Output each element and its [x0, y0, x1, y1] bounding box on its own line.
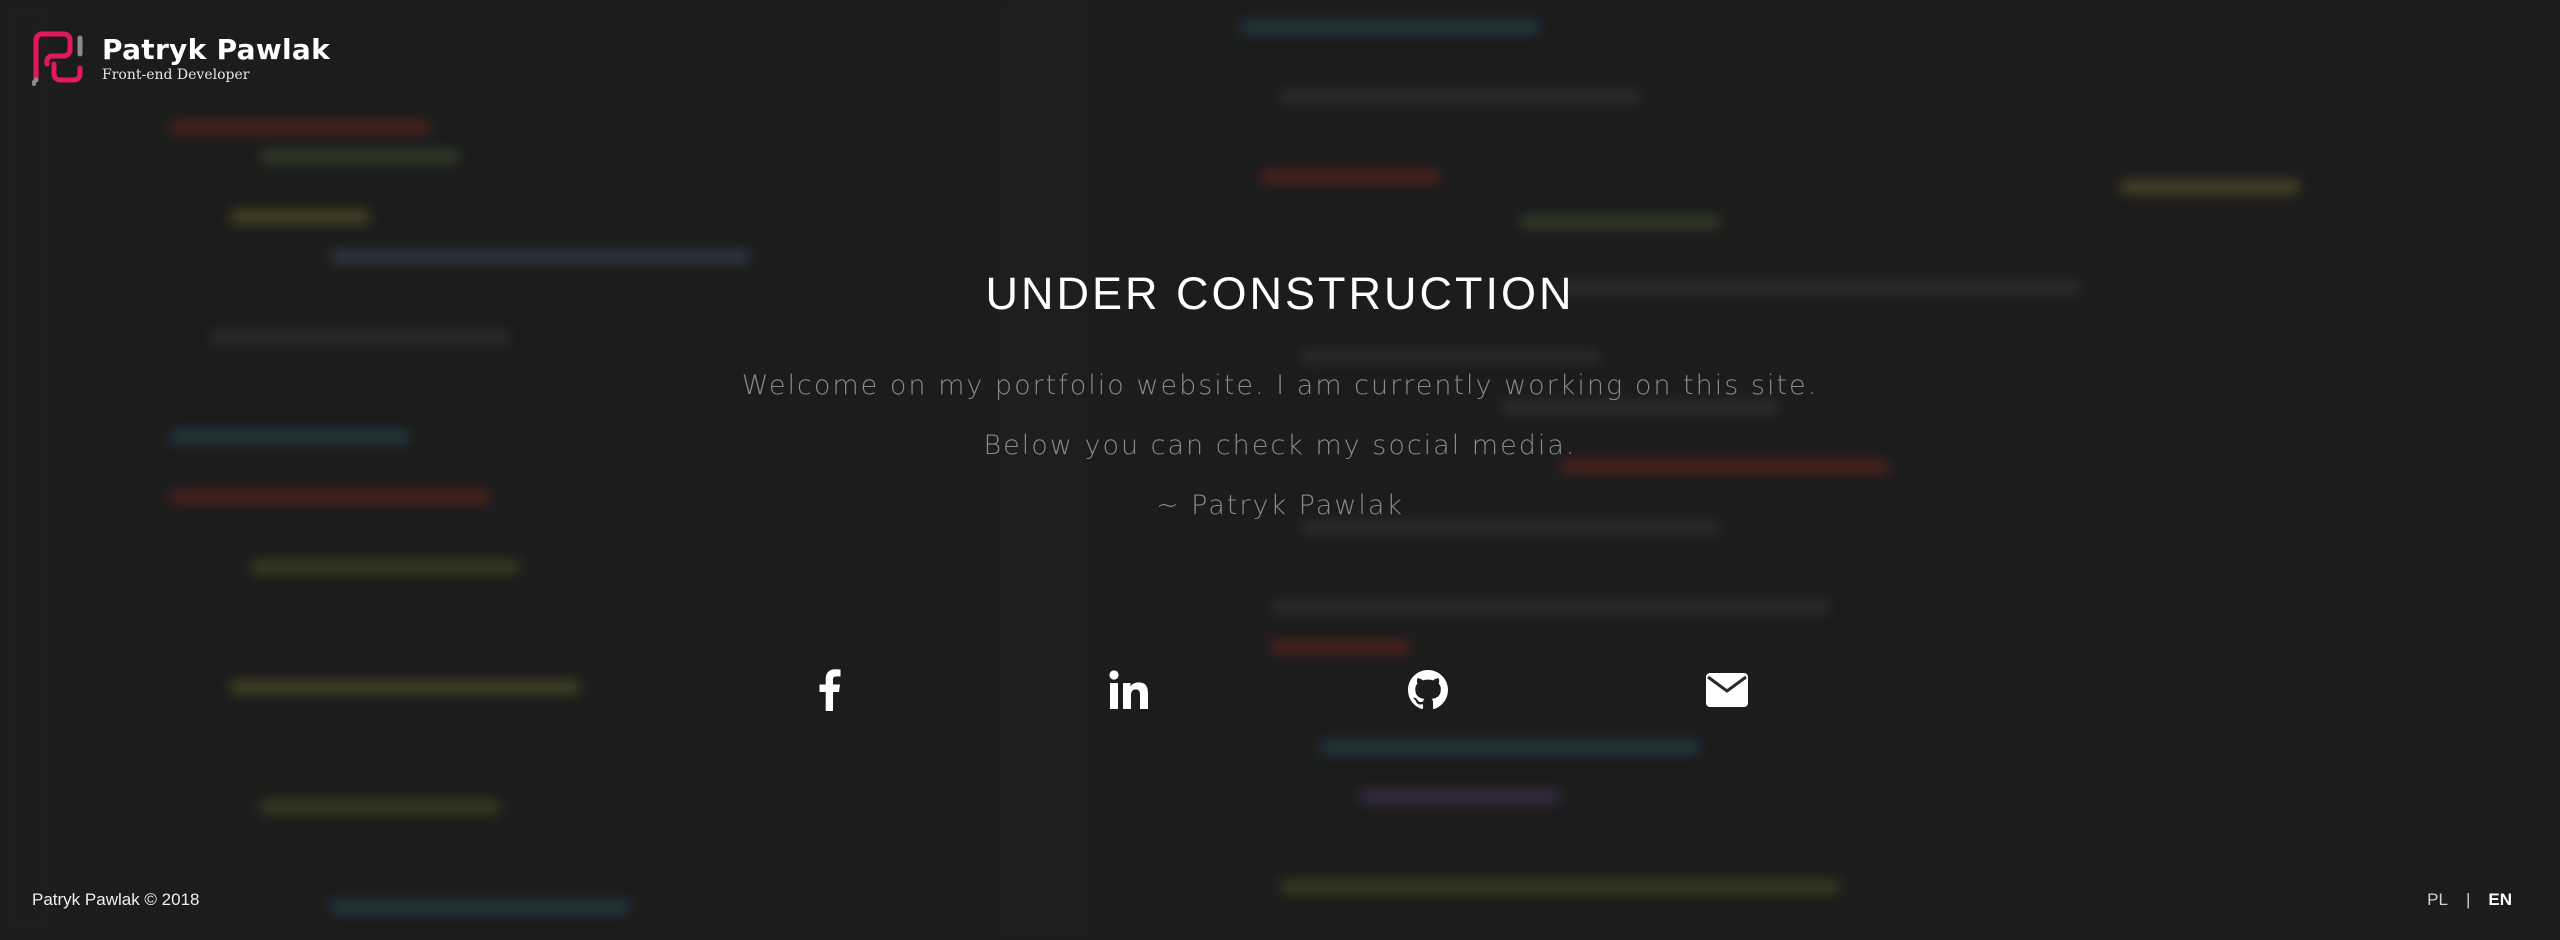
- page-title: UNDER CONSTRUCTION: [985, 268, 1575, 319]
- facebook-icon: [819, 669, 841, 711]
- github-icon: [1408, 670, 1448, 710]
- facebook-link[interactable]: [799, 660, 859, 720]
- logo-icon: [32, 31, 83, 86]
- language-switcher: PL | EN: [2427, 890, 2512, 910]
- social-links: [0, 660, 2560, 720]
- welcome-line: Welcome on my portfolio website. I am cu…: [741, 370, 1819, 401]
- copyright: Patryk Pawlak © 2018: [32, 890, 200, 909]
- signature-line: ~ Patryk Pawlak: [1155, 490, 1405, 521]
- linkedin-link[interactable]: [1099, 660, 1159, 720]
- email-link[interactable]: [1697, 660, 1757, 720]
- hero: UNDER CONSTRUCTION Welcome on my portfol…: [0, 262, 2560, 536]
- page: Patryk Pawlak Front-end Developer UNDER …: [0, 0, 2560, 940]
- brand-text: Patryk Pawlak Front-end Developer: [102, 34, 330, 84]
- lang-separator: |: [2465, 890, 2471, 909]
- brand[interactable]: Patryk Pawlak Front-end Developer: [30, 30, 330, 88]
- github-link[interactable]: [1398, 660, 1458, 720]
- brand-role: Front-end Developer: [102, 67, 250, 83]
- lang-en-link[interactable]: EN: [2488, 890, 2512, 910]
- brand-name: Patryk Pawlak: [102, 33, 331, 66]
- envelope-icon: [1706, 673, 1748, 707]
- social-hint-line: Below you can check my social media.: [983, 430, 1577, 461]
- linkedin-icon: [1109, 670, 1148, 709]
- lang-pl-link[interactable]: PL: [2427, 890, 2448, 910]
